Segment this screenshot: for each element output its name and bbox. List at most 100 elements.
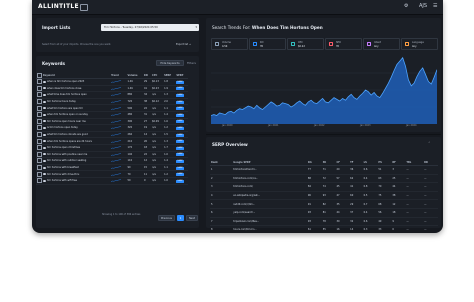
table-row[interactable]: tim hortons with breakfast 90 15 n/a 1.1 SERP [36,164,188,172]
serp-cell[interactable]: SERP [175,85,188,93]
serp-button[interactable]: SERP [176,107,184,111]
serp-row[interactable]: 8 hours.com/tim-ho... 61 55 16 14 0.3 33 6— — [210,225,438,233]
serp-cell[interactable]: SERP [175,170,188,178]
row-checkbox[interactable] [37,118,42,124]
export-link[interactable]: Export list → [176,43,191,46]
serp-button[interactable]: SERP [176,113,184,117]
serp-cell[interactable]: SERP [175,164,188,172]
settings-icon[interactable]: ⚙ [404,3,408,9]
serp-url[interactable]: en.wikipedia.org/wik... [232,191,307,201]
serp-cell[interactable]: SERP [175,151,188,159]
serp-button[interactable]: SERP [176,80,184,84]
table-row[interactable]: when tim hortons opens are 24 hours 210 26… [36,137,188,145]
eye-icon[interactable] [43,140,46,143]
apps-grid-icon[interactable] [80,4,88,11]
serp-url[interactable]: hours.com/tim-ho... [232,225,307,233]
row-checkbox[interactable] [37,132,42,137]
serp-cell[interactable]: SERP [175,177,188,185]
eye-icon[interactable] [43,113,46,116]
eye-icon[interactable] [43,87,46,90]
serp-url[interactable]: yelp.com/search... [232,208,307,218]
serp-cell[interactable]: SERP [175,118,188,126]
serp-button[interactable]: SERP [176,93,184,97]
eye-icon[interactable] [43,166,46,169]
serp-url[interactable]: tripadvisor.com/Res... [232,217,307,227]
serp-row[interactable]: 4 en.wikipedia.org/wik... 96 93 47 60 0.5 75 38—… [210,191,438,201]
eye-icon[interactable] [43,179,46,182]
serp-row[interactable]: 5 reddit.com/r/tim... 91 82 35 29 0.7 68 12— — [210,199,438,209]
serp-button[interactable]: SERP [176,159,184,163]
table-row[interactable]: tim hortons with drive-thru 70 11 n/a 1.2 SER… [36,170,188,178]
serp-cell[interactable]: SERP [175,137,188,145]
eye-icon[interactable] [43,133,46,136]
serp-row[interactable]: 2 timhortons.com/ca... 88 72 57 62 0.4 63 25— — [210,174,438,184]
previous-button[interactable]: Previous [158,215,175,221]
filters-link[interactable]: Filters [187,61,196,65]
eye-icon[interactable] [43,153,46,156]
table-row[interactable]: tim hortons open hours near me 390 27 $0.09… [36,118,188,126]
serp-cell[interactable]: SERP [175,111,188,119]
hide-keywords-button[interactable]: Hide Keywords [156,60,184,66]
row-checkbox[interactable] [37,99,42,104]
eye-icon[interactable] [43,93,46,96]
serp-row[interactable]: 3 timhortons.com/84 74 45 41 0.8 70 44— — [210,182,438,192]
row-checkbox[interactable] [37,112,42,118]
collapse-icon[interactable]: ⌃ [428,141,431,145]
serp-button[interactable]: SERP [176,173,184,177]
serp-url[interactable]: timhortons.com/ca... [232,174,307,184]
serp-button[interactable]: SERP [176,179,184,183]
row-checkbox[interactable] [37,85,42,91]
next-button[interactable]: Next [186,215,198,221]
eye-icon[interactable] [43,80,46,83]
serp-button[interactable]: SERP [176,126,184,130]
table-row[interactable]: what tim hortons donuts are good 260 14 n/a… [36,131,188,139]
serp-cell[interactable]: SERP [175,124,188,132]
serp-cell[interactable]: SERP [175,104,188,112]
eye-icon[interactable] [43,126,46,129]
serp-button[interactable]: SERP [176,87,184,91]
eye-icon[interactable] [43,146,46,149]
row-checkbox[interactable] [37,151,42,157]
row-checkbox[interactable] [37,138,42,144]
serp-row[interactable]: 6 yelp.com/search... 93 81 44 37 0.4 56 18— — [210,208,438,218]
row-checkbox[interactable] [37,165,42,170]
row-checkbox[interactable] [37,92,42,98]
serp-cell[interactable]: SERP [175,144,188,152]
serp-cell[interactable]: SERP [175,131,188,139]
serp-button[interactable]: SERP [176,153,184,157]
serp-row[interactable]: 7 tripadvisor.com/Res... 93 78 30 32 0.6 49 9— — [210,217,438,227]
row-checkbox[interactable] [37,105,42,111]
serp-cell[interactable]: SERP [175,98,188,106]
eye-icon[interactable] [43,107,46,110]
serp-button[interactable]: SERP [176,133,184,137]
row-checkbox[interactable] [37,158,42,164]
table-row[interactable]: when tim hortons open on sunday 480 31 n/a 1… [36,111,188,119]
serp-url[interactable]: reddit.com/r/tim... [232,199,307,209]
serp-cell[interactable]: SERP [175,91,188,99]
serp-cell[interactable]: SERP [175,157,188,165]
user-avatar[interactable]: AJS [419,3,427,9]
table-row[interactable]: tim hortons open christmas 170 18 n/a 1.7 SER… [36,144,188,152]
serp-cell[interactable]: SERP [175,78,188,86]
table-row[interactable]: what tim hortons are open till 590 22 n/a 1.… [36,104,188,112]
page-1-button[interactable]: 1 [177,215,184,221]
serp-button[interactable]: SERP [176,166,184,170]
serp-url[interactable]: timhortons.com/ [232,182,307,192]
eye-icon[interactable] [43,100,46,103]
serp-button[interactable]: SERP [176,100,184,104]
row-checkbox[interactable] [37,79,42,85]
eye-icon[interactable] [43,120,46,123]
serp-url[interactable]: timhortonsfranchi... [232,165,307,175]
table-row[interactable]: tim hortons hours today 720 38 $0.12 2.0 SERP [36,98,188,106]
row-checkbox[interactable] [37,125,42,131]
row-checkbox[interactable] [37,145,42,151]
row-checkbox[interactable] [37,171,42,177]
table-row[interactable]: is tim hortons open today 320 19 n/a 1.2 SERP [36,124,188,132]
app-logo[interactable]: ALLINTITLE [38,3,79,10]
table-row[interactable]: what time does tim hortons open 880 34 n/a 1… [36,91,188,99]
import-select[interactable]: Tim Hortons - Tuesday, 27/02/2024 05:50 … [101,24,199,31]
row-checkbox[interactable] [37,178,42,184]
select-all-checkbox[interactable] [37,73,42,78]
serp-button[interactable]: SERP [176,140,184,144]
table-row[interactable]: when does tim hortons close 1.4K 41 $0.23 1.… [36,85,188,93]
